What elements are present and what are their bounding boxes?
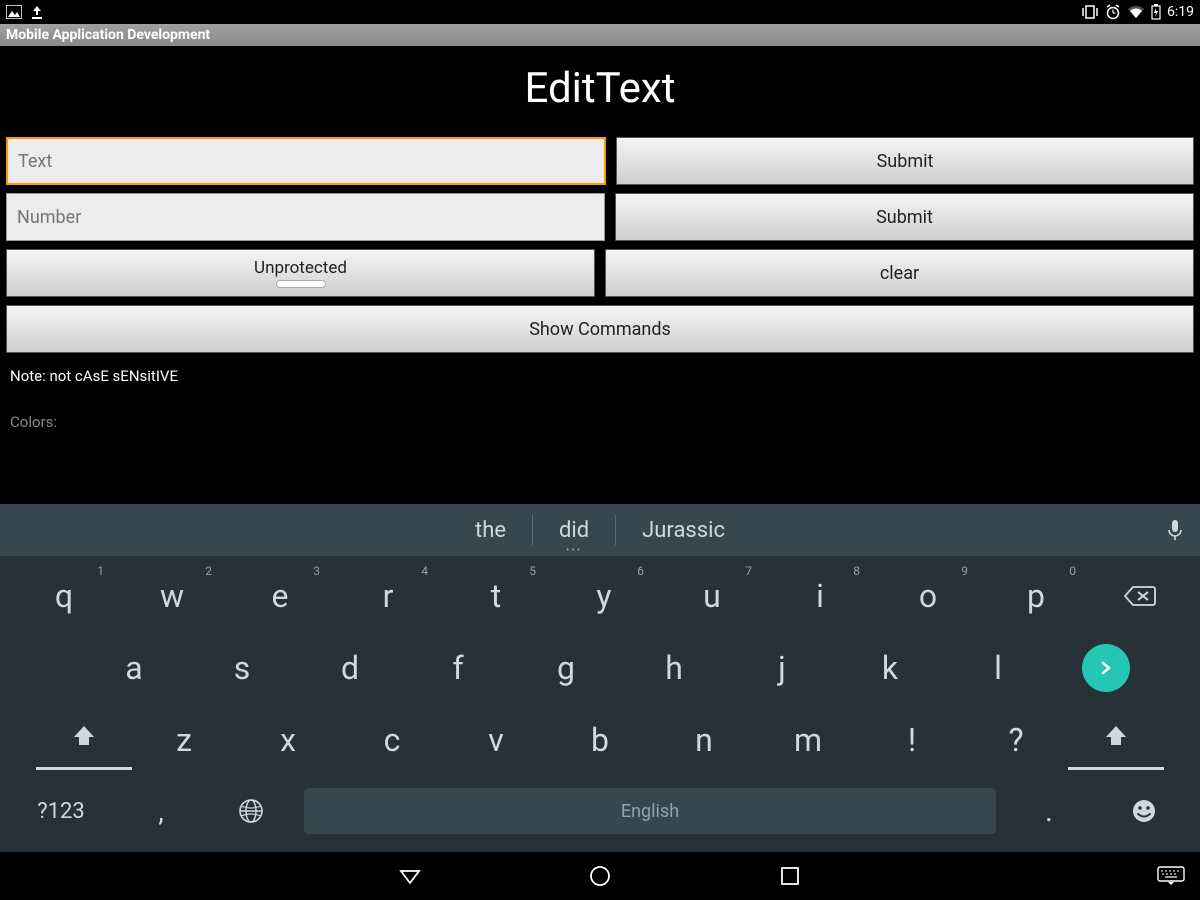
app-title-text: Mobile Application Development <box>6 27 210 43</box>
key-a[interactable]: a <box>80 632 188 704</box>
home-button[interactable] <box>585 861 615 891</box>
period-key[interactable]: . <box>1004 776 1094 846</box>
key-h[interactable]: h <box>620 632 728 704</box>
soft-keyboard: the did ••• Jurassic q1w2e3r4t5y6u7i8o9p… <box>0 504 1200 852</box>
suggestion-1[interactable]: the <box>449 512 532 548</box>
form-area: Submit Submit Unprotected clear Show Com… <box>0 137 1200 431</box>
key-x[interactable]: x <box>236 704 340 776</box>
shift-left-icon[interactable] <box>36 704 132 770</box>
key-d[interactable]: d <box>296 632 404 704</box>
alarm-icon <box>1105 4 1121 20</box>
emoji-icon[interactable] <box>1094 776 1194 846</box>
key-w[interactable]: w2 <box>118 560 226 632</box>
backspace-icon[interactable] <box>1090 560 1190 632</box>
key-e[interactable]: e3 <box>226 560 334 632</box>
key-g[interactable]: g <box>512 632 620 704</box>
battery-charging-icon <box>1151 4 1161 20</box>
key-question[interactable]: ? <box>964 704 1068 776</box>
toggle-label: Unprotected <box>254 258 347 278</box>
spacebar-key[interactable]: English <box>304 788 996 834</box>
symbols-key[interactable]: ?123 <box>6 776 116 846</box>
vibrate-icon <box>1081 5 1099 19</box>
suggestion-3[interactable]: Jurassic <box>616 512 751 548</box>
key-exclaim[interactable]: ! <box>860 704 964 776</box>
page-heading: EditText <box>0 46 1200 137</box>
key-b[interactable]: b <box>548 704 652 776</box>
key-n[interactable]: n <box>652 704 756 776</box>
status-bar: 6:19 <box>0 0 1200 24</box>
app-title-bar: Mobile Application Development <box>0 24 1200 46</box>
shift-right-icon[interactable] <box>1068 704 1164 770</box>
key-p[interactable]: p0 <box>982 560 1090 632</box>
key-k[interactable]: k <box>836 632 944 704</box>
show-commands-button[interactable]: Show Commands <box>6 305 1194 353</box>
image-icon <box>6 5 22 19</box>
key-l[interactable]: l <box>944 632 1052 704</box>
more-suggestions-icon: ••• <box>566 545 582 556</box>
enter-key[interactable] <box>1076 638 1136 698</box>
text-input[interactable] <box>6 137 606 185</box>
suggestion-2[interactable]: did ••• <box>533 512 615 548</box>
key-r[interactable]: r4 <box>334 560 442 632</box>
key-m[interactable]: m <box>756 704 860 776</box>
key-y[interactable]: y6 <box>550 560 658 632</box>
suggestion-bar: the did ••• Jurassic <box>0 504 1200 556</box>
number-input[interactable] <box>6 193 605 241</box>
key-v[interactable]: v <box>444 704 548 776</box>
submit-text-button[interactable]: Submit <box>616 137 1194 185</box>
toggle-thumb <box>276 280 326 288</box>
wifi-icon <box>1127 5 1145 19</box>
key-z[interactable]: z <box>132 704 236 776</box>
globe-icon[interactable] <box>206 776 296 846</box>
submit-number-button[interactable]: Submit <box>615 193 1194 241</box>
key-j[interactable]: j <box>728 632 836 704</box>
key-u[interactable]: u7 <box>658 560 766 632</box>
key-o[interactable]: o9 <box>874 560 982 632</box>
key-q[interactable]: q1 <box>10 560 118 632</box>
key-c[interactable]: c <box>340 704 444 776</box>
key-i[interactable]: i8 <box>766 560 874 632</box>
comma-key[interactable]: , <box>116 776 206 846</box>
key-t[interactable]: t5 <box>442 560 550 632</box>
clear-button[interactable]: clear <box>605 249 1194 297</box>
key-f[interactable]: f <box>404 632 512 704</box>
hide-keyboard-icon[interactable] <box>1156 861 1186 891</box>
protection-toggle[interactable]: Unprotected <box>6 249 595 297</box>
microphone-icon[interactable] <box>1166 518 1184 542</box>
back-button[interactable] <box>395 861 425 891</box>
upload-icon <box>30 5 44 19</box>
colors-label: Colors: <box>6 385 1194 431</box>
case-note: Note: not cAsE sENsitIVE <box>6 361 1194 385</box>
recents-button[interactable] <box>775 861 805 891</box>
status-clock: 6:19 <box>1167 4 1194 20</box>
navigation-bar <box>0 852 1200 900</box>
key-s[interactable]: s <box>188 632 296 704</box>
